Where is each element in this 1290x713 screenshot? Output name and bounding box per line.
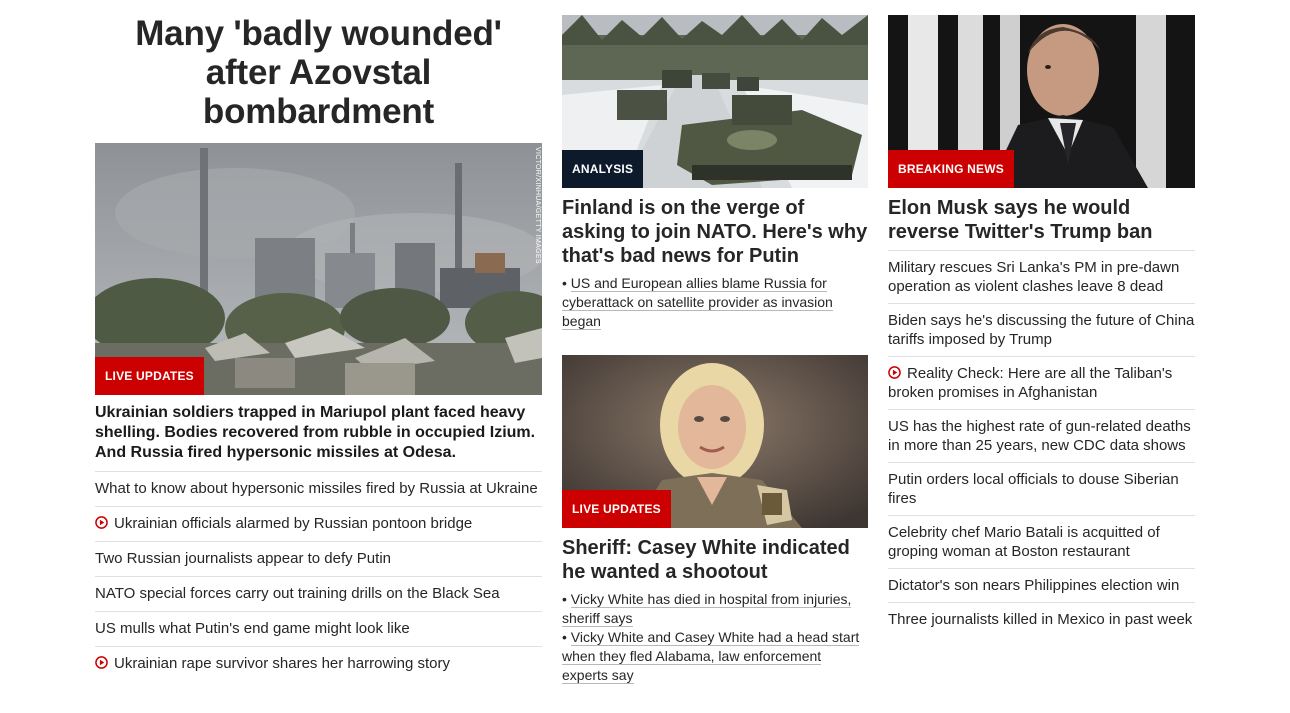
lead-photo[interactable]: VICTOR/XINHUA/GETTY IMAGES LIVE UPDATES: [95, 143, 542, 395]
list-item[interactable]: US mulls what Putin's end game might loo…: [95, 611, 542, 646]
list-item-label: US has the highest rate of gun-related d…: [888, 418, 1191, 454]
bullet-link[interactable]: • US and European allies blame Russia fo…: [562, 274, 868, 331]
list-item-label: Ukrainian officials alarmed by Russian p…: [114, 515, 473, 532]
list-item[interactable]: Three journalists killed in Mexico in pa…: [888, 602, 1195, 636]
lead-summary[interactable]: Ukrainian soldiers trapped in Mariupol p…: [95, 403, 542, 463]
right-column: BREAKING NEWS Elon Musk says he would re…: [888, 0, 1195, 636]
list-item-label: NATO special forces carry out training d…: [95, 585, 500, 602]
bullet-link[interactable]: • Vicky White has died in hospital from …: [562, 590, 868, 628]
list-item-label: What to know about hypersonic missiles f…: [95, 480, 538, 497]
top-stories-list: Military rescues Sri Lanka's PM in pre-d…: [888, 250, 1195, 636]
live-updates-badge: LIVE UPDATES: [562, 490, 671, 528]
sheriff-photo[interactable]: LIVE UPDATES: [562, 355, 868, 528]
list-item[interactable]: Reality Check: Here are all the Taliban'…: [888, 356, 1195, 409]
musk-headline[interactable]: Elon Musk says he would reverse Twitter'…: [888, 196, 1195, 244]
list-item-label: Reality Check: Here are all the Taliban'…: [888, 365, 1173, 401]
finland-photo[interactable]: ANALYSIS: [562, 15, 868, 188]
live-updates-badge: LIVE UPDATES: [95, 357, 204, 395]
list-item-label: Military rescues Sri Lanka's PM in pre-d…: [888, 259, 1180, 295]
list-item[interactable]: What to know about hypersonic missiles f…: [95, 471, 542, 506]
lead-headline[interactable]: Many 'badly wounded' after Azovstal bomb…: [95, 14, 542, 131]
analysis-badge: ANALYSIS: [562, 150, 644, 188]
list-item[interactable]: Celebrity chef Mario Batali is acquitted…: [888, 515, 1195, 568]
photo-credit: VICTOR/XINHUA/GETTY IMAGES: [534, 147, 541, 264]
list-item[interactable]: Dictator's son nears Philippines electio…: [888, 568, 1195, 602]
list-item-label: Three journalists killed in Mexico in pa…: [888, 611, 1193, 628]
list-item-label: Dictator's son nears Philippines electio…: [888, 577, 1180, 594]
breaking-news-badge: BREAKING NEWS: [888, 150, 1014, 188]
list-item[interactable]: Biden says he's discussing the future of…: [888, 303, 1195, 356]
finland-headline[interactable]: Finland is on the verge of asking to joi…: [562, 196, 868, 268]
list-item-label: US mulls what Putin's end game might loo…: [95, 620, 410, 637]
list-item[interactable]: Two Russian journalists appear to defy P…: [95, 541, 542, 576]
bullet-link[interactable]: • Vicky White and Casey White had a head…: [562, 628, 868, 685]
play-circle-icon: [888, 366, 901, 379]
list-item[interactable]: US has the highest rate of gun-related d…: [888, 409, 1195, 462]
list-item-label: Ukrainian rape survivor shares her harro…: [114, 655, 450, 672]
play-circle-icon: [95, 516, 108, 529]
lead-related-list: What to know about hypersonic missiles f…: [95, 471, 542, 681]
middle-column: ANALYSIS Finland is on the verge of aski…: [562, 0, 868, 685]
list-item-label: Celebrity chef Mario Batali is acquitted…: [888, 524, 1160, 560]
list-item[interactable]: Ukrainian rape survivor shares her harro…: [95, 646, 542, 681]
list-item-label: Putin orders local officials to douse Si…: [888, 471, 1179, 507]
lead-story-column: Many 'badly wounded' after Azovstal bomb…: [95, 0, 542, 681]
list-item-label: Two Russian journalists appear to defy P…: [95, 550, 391, 567]
list-item-label: Biden says he's discussing the future of…: [888, 312, 1195, 348]
sheriff-headline[interactable]: Sheriff: Casey White indicated he wanted…: [562, 536, 868, 584]
bullet-link-text: Vicky White has died in hospital from in…: [562, 591, 852, 627]
musk-photo[interactable]: BREAKING NEWS: [888, 15, 1195, 188]
list-item[interactable]: NATO special forces carry out training d…: [95, 576, 542, 611]
list-item[interactable]: Ukrainian officials alarmed by Russian p…: [95, 506, 542, 541]
bullet-link-text: Vicky White and Casey White had a head s…: [562, 629, 860, 684]
bullet-link-text: US and European allies blame Russia for …: [562, 275, 833, 330]
list-item[interactable]: Military rescues Sri Lanka's PM in pre-d…: [888, 250, 1195, 303]
play-circle-icon: [95, 656, 108, 669]
list-item[interactable]: Putin orders local officials to douse Si…: [888, 462, 1195, 515]
